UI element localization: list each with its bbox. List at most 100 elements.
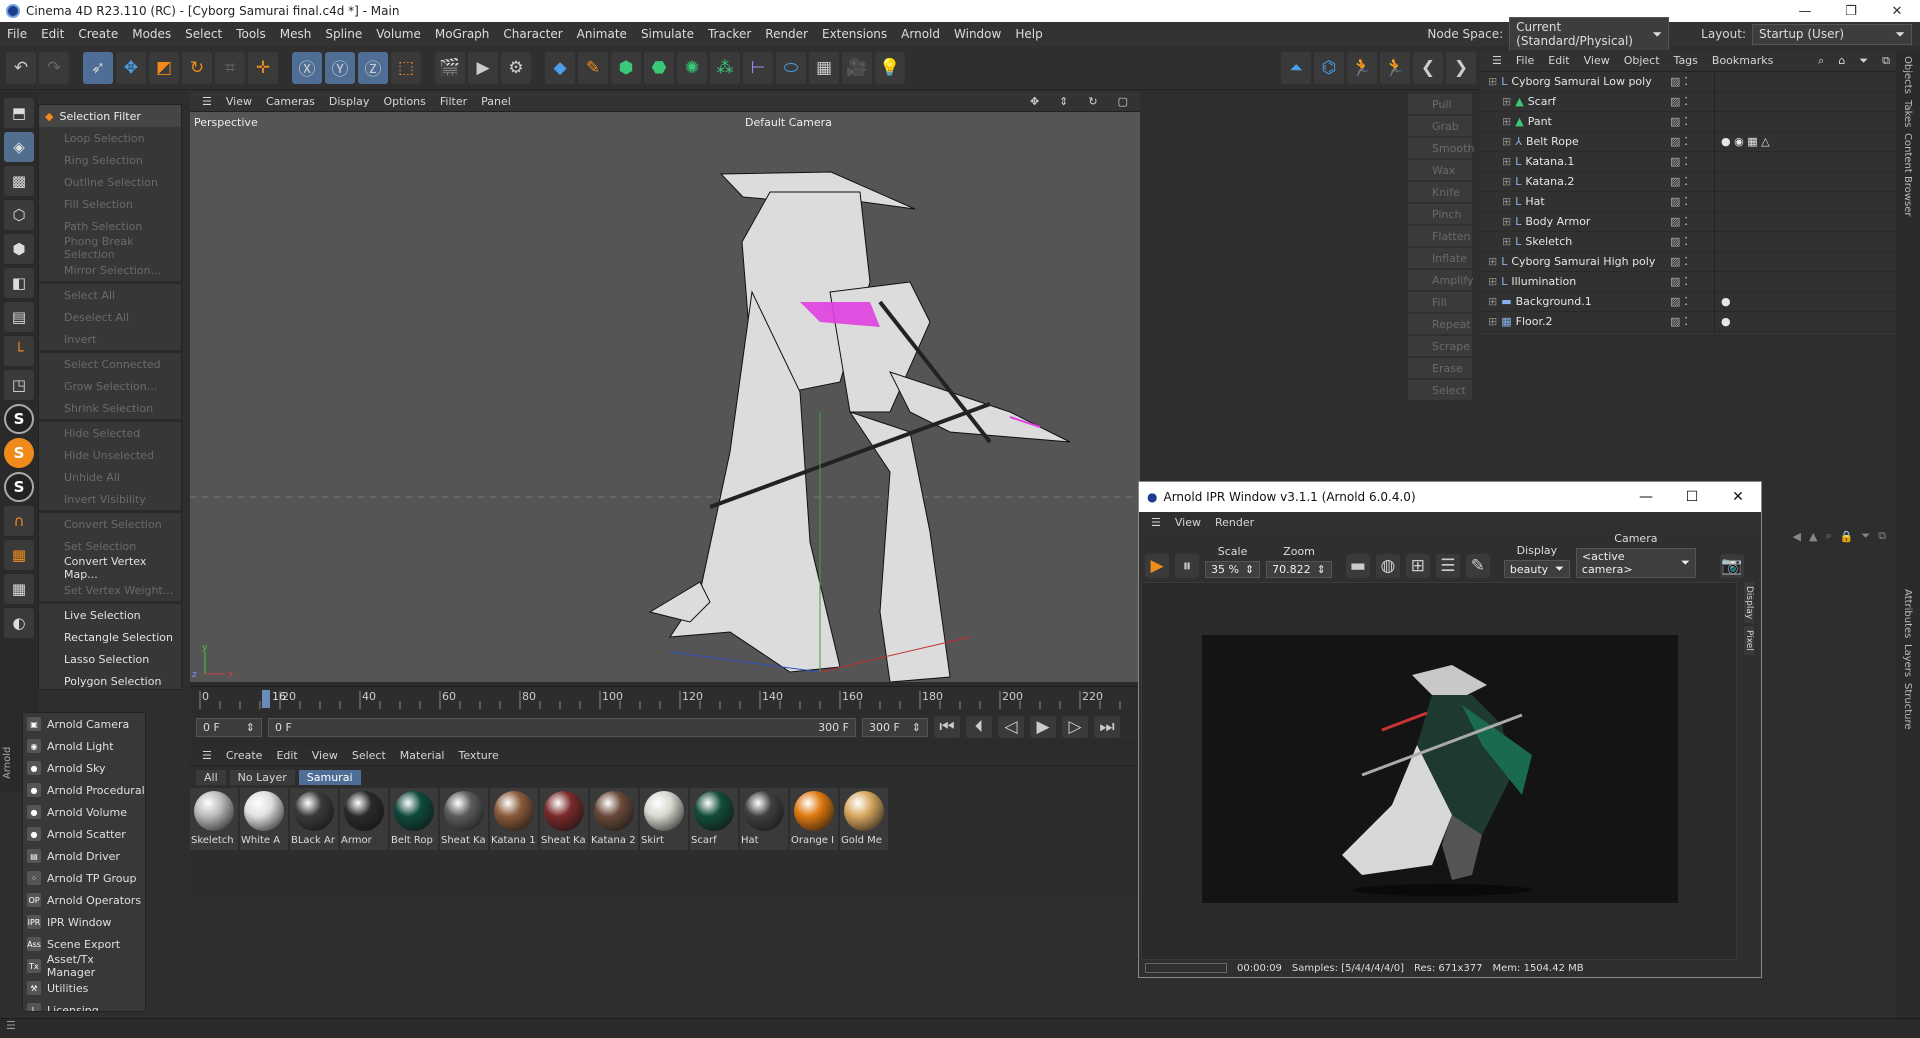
layer-check-icon[interactable]: ▨ [1670, 255, 1680, 268]
hamburger-icon[interactable]: ☰ [1486, 54, 1508, 67]
layer-check-icon[interactable]: ▨ [1670, 295, 1680, 308]
uv-mode-icon[interactable]: ▤ [4, 302, 34, 332]
visibility-dots-icon[interactable]: ⁚ [1684, 195, 1688, 208]
visibility-dots-icon[interactable]: ⁚ [1684, 235, 1688, 248]
make-editable-icon[interactable]: ⬒ [4, 98, 34, 128]
arnold-item-arnold-scatter[interactable]: ● Arnold Scatter [23, 823, 145, 845]
object-name[interactable]: Hat [1525, 195, 1544, 208]
selection-item-loop-selection[interactable]: Loop Selection [39, 127, 181, 149]
sculpt-wax-button[interactable]: Wax [1408, 160, 1472, 180]
hamburger-icon[interactable]: ☰ [1145, 516, 1167, 529]
redo-icon[interactable]: ↷ [39, 51, 69, 84]
sculpt-flatten-button[interactable]: Flatten [1408, 226, 1472, 246]
pen-icon[interactable]: ✎ [578, 51, 608, 84]
prev-key-icon[interactable]: ⏴ [966, 716, 992, 738]
scale-field[interactable]: 35 % ⇕ [1205, 561, 1261, 578]
dock-tab-takes[interactable]: Takes [1902, 100, 1913, 127]
material-menu-select[interactable]: Select [346, 749, 392, 762]
points-mode-icon[interactable]: ⬡ [4, 200, 34, 230]
selection-item-ring-selection[interactable]: Ring Selection [39, 149, 181, 171]
object-name[interactable]: Scarf [1528, 95, 1556, 108]
deformer-icon[interactable]: ⊢ [743, 51, 773, 84]
expand-icon[interactable]: ⊞ [1502, 195, 1511, 208]
end-frame-field[interactable]: 300 F ⇕ [862, 717, 928, 737]
expand-icon[interactable]: ⊞ [1488, 275, 1497, 288]
object-tags-icon[interactable]: ● ◉ ▦ △ [1721, 135, 1770, 148]
arnold-item-arnold-camera[interactable]: ▣ Arnold Camera [23, 713, 145, 735]
selection-item-grow-selection[interactable]: Grow Selection... [39, 375, 181, 397]
maximize-view-icon[interactable]: ▢ [1112, 95, 1134, 108]
visibility-dots-icon[interactable]: ⁚ [1684, 315, 1688, 328]
render-settings-icon[interactable]: ⚙ [501, 51, 531, 84]
sculpt-amplify-button[interactable]: Amplify [1408, 270, 1474, 290]
visibility-dots-icon[interactable]: ⁚ [1684, 95, 1688, 108]
material-menu-create[interactable]: Create [220, 749, 269, 762]
object-menu-object[interactable]: Object [1618, 54, 1666, 67]
selection-item-outline-selection[interactable]: Outline Selection [39, 171, 181, 193]
selection-item-set-vertex-weight[interactable]: Set Vertex Weight... [39, 579, 181, 601]
layer-check-icon[interactable]: ▨ [1670, 135, 1680, 148]
visibility-dots-icon[interactable]: ⁚ [1684, 295, 1688, 308]
selection-item-shrink-selection[interactable]: Shrink Selection [39, 397, 181, 419]
menu-window[interactable]: Window [947, 27, 1008, 41]
coordinate-system-icon[interactable]: ⬚ [391, 51, 421, 84]
magnet-icon[interactable]: ∩ [4, 506, 34, 536]
snap-icon[interactable]: S [4, 404, 34, 434]
object-row-scarf[interactable]: ⊞ ▲ Scarf ▨ ⁚ [1480, 91, 1896, 112]
object-name[interactable]: Illumination [1511, 275, 1576, 288]
object-name[interactable]: Cyborg Samurai Low poly [1511, 75, 1651, 88]
material-swatch[interactable]: Sheat Ka [440, 788, 488, 850]
layout-dropdown[interactable]: Startup (User) ⏷ [1752, 23, 1912, 45]
object-menu-file[interactable]: File [1510, 54, 1540, 67]
edges-mode-icon[interactable]: ⬢ [4, 234, 34, 264]
goto-start-icon[interactable]: ⏮ [934, 716, 960, 738]
object-row-floor-2[interactable]: ⊞ ▦ Floor.2 ▨ ⁚ ● [1480, 311, 1896, 332]
character-alt-icon[interactable]: 🏃 [1380, 51, 1410, 84]
expand-icon[interactable]: ⊞ [1502, 115, 1511, 128]
menu-help[interactable]: Help [1008, 27, 1049, 41]
light-icon[interactable]: 💡 [875, 51, 905, 84]
object-row-cyborg-samurai-low-poly[interactable]: ⊞ L Cyborg Samurai Low poly ▨ ⁚ [1480, 71, 1896, 92]
material-tab-no-layer[interactable]: No Layer [229, 769, 295, 785]
home-icon[interactable]: ⌂ [1832, 54, 1851, 67]
expand-icon[interactable]: ⊞ [1502, 155, 1511, 168]
timeline-ruler[interactable]: 0 20 40 60 80 100 120 140 160 180 200 220 16 [190, 686, 1140, 712]
object-row-background-1[interactable]: ⊞ ▬ Background.1 ▨ ⁚ ● [1480, 291, 1896, 312]
object-name[interactable]: Body Armor [1525, 215, 1590, 228]
menu-render[interactable]: Render [758, 27, 815, 41]
menu-character[interactable]: Character [496, 27, 569, 41]
model-mode-icon[interactable]: ◈ [4, 132, 34, 162]
menu-create[interactable]: Create [71, 27, 125, 41]
ipr-image-area[interactable] [1141, 582, 1737, 960]
visibility-dots-icon[interactable]: ⁚ [1684, 215, 1688, 228]
arnold-icon[interactable]: ⏶ [1281, 51, 1311, 84]
arnold-item-arnold-operators[interactable]: OP Arnold Operators [23, 889, 145, 911]
object-name[interactable]: Cyborg Samurai High poly [1511, 255, 1655, 268]
snap-enable-icon[interactable]: S [4, 438, 34, 468]
recent-tool-icon[interactable]: ⌗ [215, 51, 245, 84]
arnold-item-arnold-tp-group[interactable]: ⁘ Arnold TP Group [23, 867, 145, 889]
mograph-icon[interactable]: ⁂ [710, 51, 740, 84]
attr-filter-icon[interactable]: ⏷ [1861, 529, 1870, 543]
floor-icon[interactable]: ▦ [809, 51, 839, 84]
visibility-dots-icon[interactable]: ⁚ [1684, 75, 1688, 88]
object-row-belt-rope[interactable]: ⊞ ⅄ Belt Rope ▨ ⁚ ● ◉ ▦ △ [1480, 131, 1896, 152]
material-swatch[interactable]: Sheat Ka [540, 788, 588, 850]
selection-item-convert-vertex-map[interactable]: Convert Vertex Map... [39, 555, 181, 581]
scale-tool-icon[interactable]: ◩ [149, 51, 179, 84]
ipr-maximize-icon[interactable]: ☐ [1669, 489, 1715, 505]
visibility-dots-icon[interactable]: ⁚ [1684, 135, 1688, 148]
sculpt-erase-button[interactable]: Erase [1408, 358, 1472, 378]
material-swatch[interactable]: Belt Rop [390, 788, 438, 850]
scale-view-icon[interactable]: ⇕ [1053, 95, 1074, 108]
y-axis-lock-icon[interactable]: Ⓨ [325, 51, 355, 84]
sculpt-grab-button[interactable]: Grab [1408, 116, 1472, 136]
menu-edit[interactable]: Edit [34, 27, 71, 41]
field-icon[interactable]: ⬭ [776, 51, 806, 84]
ipr-pick-icon[interactable]: ✎ [1465, 554, 1490, 578]
dock-tab-content-browser[interactable]: Content Browser [1902, 133, 1913, 216]
hamburger-icon[interactable]: ☰ [196, 749, 218, 762]
selection-item-invert-visibility[interactable]: Invert Visibility [39, 488, 181, 510]
layer-check-icon[interactable]: ▨ [1670, 115, 1680, 128]
undo-icon[interactable]: ↶ [6, 51, 36, 84]
